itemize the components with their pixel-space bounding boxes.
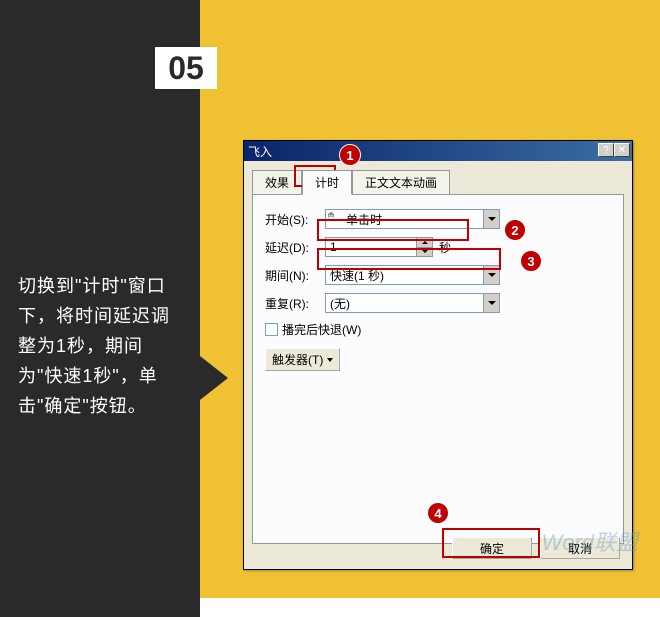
cancel-button[interactable]: 取消 bbox=[540, 537, 620, 559]
period-dropdown[interactable]: 快速(1 秒) bbox=[325, 265, 500, 285]
callout-1: 1 bbox=[339, 144, 361, 166]
callout-4: 4 bbox=[427, 502, 449, 524]
period-label: 期间(N): bbox=[265, 267, 325, 284]
chevron-down-icon[interactable] bbox=[483, 266, 499, 284]
mouse-icon bbox=[330, 213, 342, 225]
tab-effect[interactable]: 效果 bbox=[252, 170, 302, 195]
close-button[interactable]: ✕ bbox=[614, 143, 630, 157]
period-value: 快速(1 秒) bbox=[330, 267, 384, 284]
start-dropdown[interactable]: 单击时 bbox=[325, 209, 500, 229]
delay-spinner[interactable] bbox=[325, 237, 433, 257]
delay-up-button[interactable] bbox=[416, 238, 432, 248]
delay-unit: 秒 bbox=[439, 239, 451, 256]
repeat-value: (无) bbox=[330, 295, 350, 312]
pointer-arrow-icon bbox=[200, 356, 228, 400]
step-number-badge: 05 bbox=[155, 47, 217, 89]
rewind-checkbox[interactable] bbox=[265, 323, 278, 336]
rewind-label: 播完后快退(W) bbox=[282, 321, 361, 338]
tab-panel-timing: 开始(S): 单击时 延迟(D): 秒 期间(N): 快速(1 秒) bbox=[252, 194, 624, 544]
rewind-row[interactable]: 播完后快退(W) bbox=[265, 321, 611, 338]
dialog-title: 飞入 bbox=[248, 143, 272, 160]
repeat-dropdown[interactable]: (无) bbox=[325, 293, 500, 313]
delay-down-button[interactable] bbox=[416, 248, 432, 257]
delay-input[interactable] bbox=[326, 240, 406, 254]
trigger-button[interactable]: 触发器(T) bbox=[265, 348, 340, 371]
dialog-tabs: 效果 计时 正文文本动画 bbox=[252, 169, 624, 194]
callout-2: 2 bbox=[504, 219, 526, 241]
tab-text-animation[interactable]: 正文文本动画 bbox=[352, 170, 450, 195]
start-label: 开始(S): bbox=[265, 211, 325, 228]
dialog-titlebar[interactable]: 飞入 ? ✕ bbox=[244, 141, 632, 161]
repeat-label: 重复(R): bbox=[265, 295, 325, 312]
start-value: 单击时 bbox=[346, 211, 382, 228]
chevron-down-icon[interactable] bbox=[483, 210, 499, 228]
trigger-label: 触发器(T) bbox=[272, 351, 323, 368]
help-button[interactable]: ? bbox=[598, 143, 614, 157]
chevron-down-icon[interactable] bbox=[483, 294, 499, 312]
ok-button[interactable]: 确定 bbox=[452, 537, 532, 559]
callout-3: 3 bbox=[520, 250, 542, 272]
tab-timing[interactable]: 计时 bbox=[302, 170, 352, 195]
delay-label: 延迟(D): bbox=[265, 239, 325, 256]
instruction-text: 切换到"计时"窗口下，将时间延迟调整为1秒，期间为"快速1秒"，单击"确定"按钮… bbox=[18, 271, 188, 421]
